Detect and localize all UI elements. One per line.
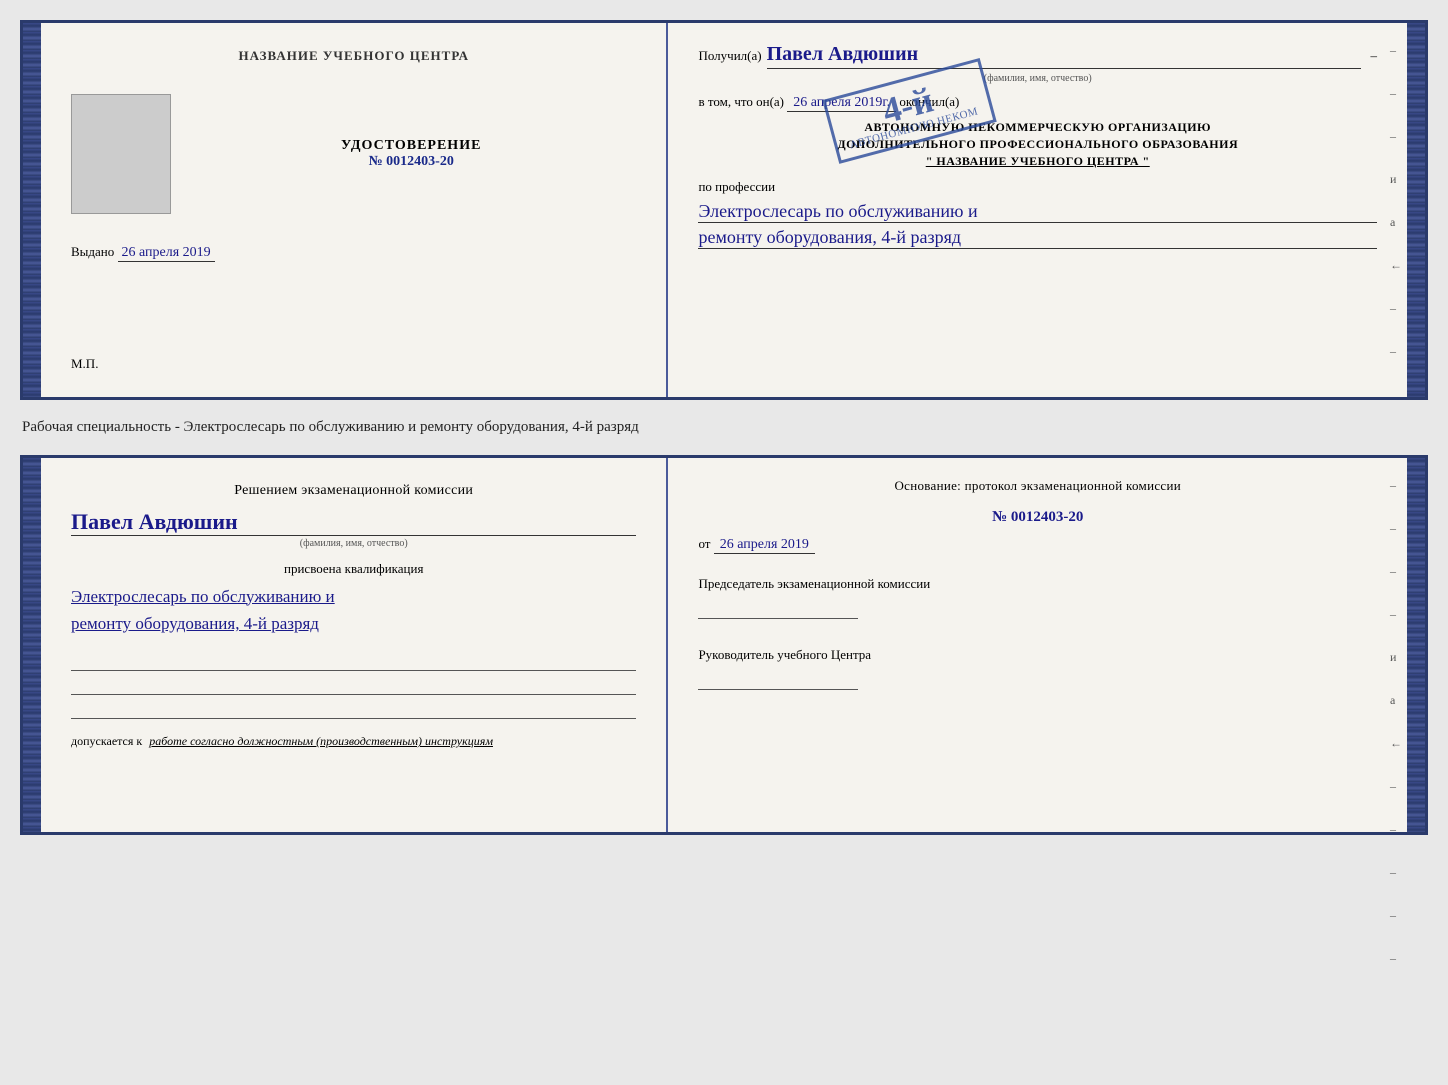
bottom-certificate: Решением экзаменационной комиссии Павел …	[20, 455, 1428, 835]
top-cert-right-page: 4-й АВТОНОМНУЮ НЕКОМ Получил(а) Павел Ав…	[668, 23, 1407, 397]
right-dashes-bottom: – – – – и а ← – – – – –	[1390, 478, 1402, 966]
issued-label: Выдано	[71, 244, 114, 259]
dopuskaetsya-text: работе согласно должностным (производств…	[149, 734, 493, 748]
udost-block: УДОСТОВЕРЕНИЕ № 0012403-20	[186, 138, 636, 170]
top-cert-header: НАЗВАНИЕ УЧЕБНОГО ЦЕНТРА	[238, 48, 469, 64]
bottom-right-spine	[1407, 458, 1425, 832]
rukovoditel-sig-line	[698, 670, 858, 690]
org-line3: " НАЗВАНИЕ УЧЕБНОГО ЦЕНТРА "	[698, 154, 1377, 169]
top-left-spine	[23, 23, 41, 397]
chairman-title: Председатель экзаменационной комиссии	[698, 574, 1377, 594]
dopuskaetsya-section: допускается к работе согласно должностны…	[71, 734, 636, 749]
ot-date: 26 апреля 2019	[714, 537, 815, 554]
po-professii-label: по профессии	[698, 179, 1377, 195]
bottom-recipient-name: Павел Авдюшин	[71, 509, 636, 536]
fio-hint-text-top: (фамилия, имя, отчество)	[698, 73, 1377, 84]
rukovoditel-section: Руководитель учебного Центра	[698, 645, 1377, 696]
dopuskaetsya-label: допускается к	[71, 734, 142, 748]
ot-line: от 26 апреля 2019	[698, 536, 1377, 554]
blank-line-2	[71, 675, 636, 695]
bottom-fio-hint: (фамилия, имя, отчество)	[71, 538, 636, 549]
udost-number: № 0012403-20	[186, 154, 636, 170]
org-line1: АВТОНОМНУЮ НЕКОММЕРЧЕСКУЮ ОРГАНИЗАЦИЮ	[698, 120, 1377, 135]
prot-number: № 0012403-20	[698, 509, 1377, 526]
vtom-label: в том, что он(а)	[698, 94, 784, 109]
komissia-title: Решением экзаменационной комиссии	[71, 483, 636, 499]
qual-line2: ремонту оборудования, 4-й разряд	[71, 612, 636, 636]
okonchil-label: окончил(а)	[899, 94, 959, 109]
ot-label: от	[698, 536, 710, 551]
osnov-title: Основание: протокол экзаменационной коми…	[698, 478, 1377, 494]
dash-after-name: –	[1371, 48, 1378, 64]
recipient-name: Павел Авдюшин	[767, 43, 1361, 69]
chairman-sig-line	[698, 599, 858, 619]
bottom-cert-left-page: Решением экзаменационной комиссии Павел …	[41, 458, 668, 832]
poluchil-label: Получил(а)	[698, 48, 761, 64]
udost-title: УДОСТОВЕРЕНИЕ	[186, 138, 636, 154]
top-right-spine	[1407, 23, 1425, 397]
top-cert-middle: УДОСТОВЕРЕНИЕ № 0012403-20	[71, 94, 636, 214]
issued-date: 26 апреля 2019	[118, 245, 215, 262]
vtom-date: 26 апреля 2019г.	[787, 95, 896, 112]
photo-placeholder	[71, 94, 171, 214]
bottom-cert-right-page: Основание: протокол экзаменационной коми…	[668, 458, 1407, 832]
mp-label: М.П.	[71, 356, 98, 372]
top-certificate: НАЗВАНИЕ УЧЕБНОГО ЦЕНТРА УДОСТОВЕРЕНИЕ №…	[20, 20, 1428, 400]
blank-line-1	[71, 651, 636, 671]
top-cert-left-page: НАЗВАНИЕ УЧЕБНОГО ЦЕНТРА УДОСТОВЕРЕНИЕ №…	[41, 23, 668, 397]
poluchil-line: Получил(а) Павел Авдюшин –	[698, 43, 1377, 69]
description-text: Рабочая специальность - Электрослесарь п…	[20, 410, 1428, 445]
right-dashes-top: – – – и а ← – –	[1390, 43, 1402, 359]
vtom-line: в том, что он(а) 26 апреля 2019г. окончи…	[698, 94, 1377, 112]
fio-hint-top: (фамилия, имя, отчество)	[698, 73, 1377, 84]
org-line2: ДОПОЛНИТЕЛЬНОГО ПРОФЕССИОНАЛЬНОГО ОБРАЗО…	[698, 137, 1377, 152]
rukovoditel-title: Руководитель учебного Центра	[698, 645, 1377, 665]
page-wrapper: НАЗВАНИЕ УЧЕБНОГО ЦЕНТРА УДОСТОВЕРЕНИЕ №…	[20, 20, 1428, 835]
qual-line1: Электрослесарь по обслуживанию и	[71, 585, 636, 609]
chairman-section: Председатель экзаменационной комиссии	[698, 574, 1377, 625]
prisvoena-label: присвоена квалификация	[71, 561, 636, 577]
prof-line2: ремонту оборудования, 4-й разряд	[698, 227, 1377, 249]
issued-section: Выдано 26 апреля 2019	[71, 244, 636, 262]
prof-line1: Электрослесарь по обслуживанию и	[698, 201, 1377, 223]
blank-line-3	[71, 699, 636, 719]
bottom-left-spine	[23, 458, 41, 832]
